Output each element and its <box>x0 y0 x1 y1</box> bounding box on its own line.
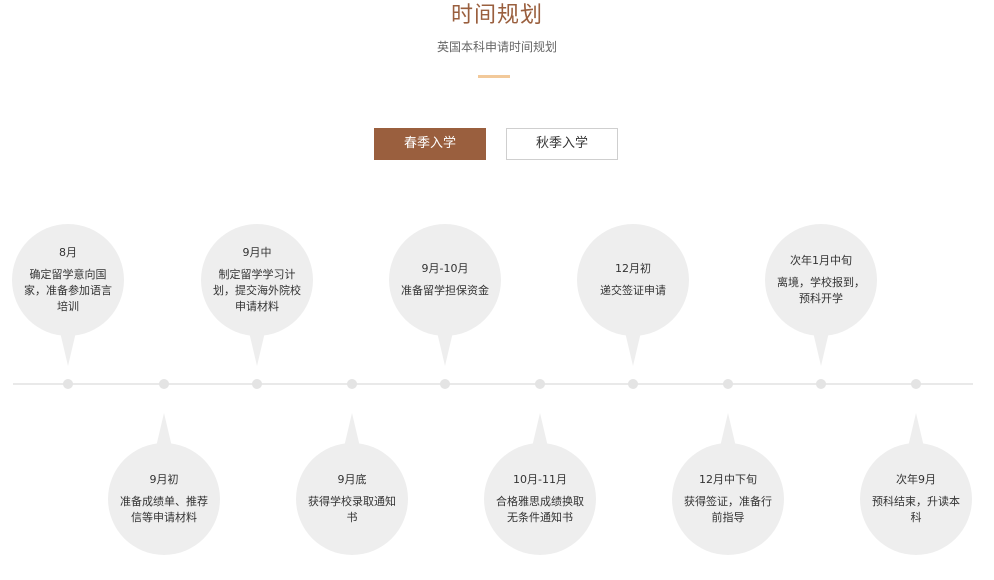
timeline-event: 次年1月中旬离境，学校报到，预科开学 <box>765 224 877 366</box>
event-date: 次年1月中旬 <box>790 254 852 267</box>
event-date: 8月 <box>59 246 77 259</box>
event-description: 获得学校录取通知书 <box>308 495 396 524</box>
event-description: 制定留学学习计划，提交海外院校申请材料 <box>213 268 301 313</box>
timeline-dot <box>911 379 921 389</box>
timeline-event: 12月初递交签证申请 <box>577 224 689 366</box>
timeline-event: 12月中下旬获得签证，准备行前指导 <box>672 413 784 555</box>
event-date: 9月-10月 <box>421 262 469 275</box>
timeline-event: 8月确定留学意向国家，准备参加语言培训 <box>12 224 124 366</box>
event-date: 10月-11月 <box>513 473 567 486</box>
event-description: 准备留学担保资金 <box>401 284 489 297</box>
event-description: 离境，学校报到，预科开学 <box>777 276 865 305</box>
tab-spring-intake[interactable]: 春季入学 <box>374 128 486 160</box>
timeline-dot <box>440 379 450 389</box>
timeline-dot <box>159 379 169 389</box>
event-description: 递交签证申请 <box>600 284 666 297</box>
timeline-event: 10月-11月合格雅思成绩换取无条件通知书 <box>484 413 596 555</box>
event-description: 准备成绩单、推荐信等申请材料 <box>120 495 208 524</box>
timeline-dot <box>63 379 73 389</box>
event-description: 获得签证，准备行前指导 <box>684 495 772 524</box>
timeline-event: 9月初准备成绩单、推荐信等申请材料 <box>108 413 220 555</box>
timeline-dot <box>535 379 545 389</box>
timeline-dot <box>252 379 262 389</box>
page-title: 时间规划 <box>450 3 543 28</box>
event-date: 次年9月 <box>896 473 936 486</box>
timeline-event: 9月底获得学校录取通知书 <box>296 413 408 555</box>
event-date: 9月中 <box>242 246 272 259</box>
timeline-event: 次年9月预科结束，升读本科 <box>860 413 972 555</box>
title-underline <box>478 75 510 78</box>
event-date: 9月底 <box>337 473 367 486</box>
timeline-axis <box>13 383 973 385</box>
timeline-event: 9月-10月准备留学担保资金 <box>389 224 501 366</box>
event-date: 9月初 <box>149 473 179 486</box>
timeline-event: 9月中制定留学学习计划，提交海外院校申请材料 <box>201 224 313 366</box>
event-description: 确定留学意向国家，准备参加语言培训 <box>24 268 112 313</box>
intake-tabs: 春季入学 秋季入学 <box>374 128 618 160</box>
timeline-dot <box>723 379 733 389</box>
tab-autumn-intake[interactable]: 秋季入学 <box>506 128 618 160</box>
timeline-dot <box>816 379 826 389</box>
event-date: 12月中下旬 <box>699 473 757 486</box>
event-date: 12月初 <box>615 262 651 275</box>
timeline-dot <box>347 379 357 389</box>
event-description: 预科结束，升读本科 <box>872 495 960 524</box>
timeline-dot <box>628 379 638 389</box>
event-description: 合格雅思成绩换取无条件通知书 <box>496 495 584 524</box>
page-subtitle: 英国本科申请时间规划 <box>436 40 557 54</box>
